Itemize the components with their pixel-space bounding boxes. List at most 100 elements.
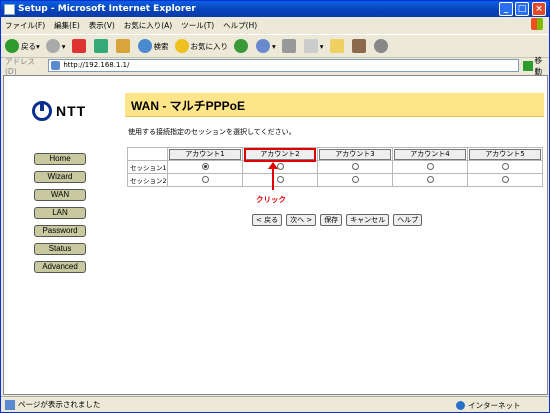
action-button-row: < 戻る 次へ > 保存 キャンセル ヘルプ (252, 214, 426, 226)
radio-s1-a4[interactable] (426, 162, 434, 170)
account-cell: アカウント4 (392, 147, 468, 161)
back-page-button[interactable]: < 戻る (252, 214, 283, 226)
radio-s2-a4[interactable] (426, 175, 434, 183)
go-label: 移動 (534, 55, 543, 76)
stop-icon (71, 39, 86, 53)
address-input[interactable]: http://192.168.1.1/ (48, 59, 519, 72)
account-1-button[interactable]: アカウント1 (169, 148, 241, 160)
edit-button[interactable]: ▾ (303, 39, 324, 53)
address-label: アドレス(D) (5, 56, 35, 76)
mail-icon (256, 39, 271, 53)
nav-lan[interactable]: LAN (34, 207, 86, 219)
account-cell: アカウント1 (167, 147, 243, 161)
star-icon (174, 39, 189, 53)
radio-cell (392, 160, 468, 174)
menu-edit[interactable]: 編集(E) (54, 20, 80, 31)
home-icon (115, 39, 130, 53)
radio-s1-a1[interactable] (201, 162, 209, 170)
radio-cell (317, 160, 393, 174)
research-button[interactable] (351, 39, 368, 53)
menu-file[interactable]: ファイル(F) (5, 20, 45, 31)
refresh-button[interactable] (93, 39, 110, 53)
address-bar: アドレス(D) http://192.168.1.1/ 移動 (1, 56, 549, 76)
forward-arrow-icon (45, 39, 60, 53)
annotation-highlight-box (244, 148, 316, 162)
nav-home[interactable]: Home (34, 153, 86, 165)
search-icon (137, 39, 152, 53)
menu-favorites[interactable]: お気に入り(A) (124, 20, 172, 31)
go-button[interactable]: 移動 (523, 55, 549, 77)
radio-cell (467, 173, 543, 187)
account-3-button[interactable]: アカウント3 (319, 148, 391, 160)
nav-advanced[interactable]: Advanced (34, 261, 86, 273)
edit-icon (303, 39, 318, 53)
radio-cell (467, 160, 543, 174)
menu-tools[interactable]: ツール(T) (181, 20, 214, 31)
messenger-icon (373, 39, 388, 53)
favorites-button[interactable]: お気に入り (174, 39, 228, 53)
radio-s2-a5[interactable] (501, 175, 509, 183)
logo-text: NTT (56, 103, 87, 119)
table-header-row: アカウント1 アカウント2 アカウント3 アカウント4 アカウント5 (127, 147, 543, 161)
radio-s2-a2[interactable] (276, 175, 284, 183)
menu-bar: ファイル(F) 編集(E) 表示(V) お気に入り(A) ツール(T) ヘルプ(… (1, 17, 549, 33)
print-button[interactable] (281, 39, 298, 53)
radio-cell (167, 160, 243, 174)
account-cell: アカウント3 (317, 147, 393, 161)
radio-cell (242, 160, 318, 174)
folder-button[interactable] (329, 39, 346, 53)
maximize-button[interactable]: □ (515, 2, 529, 16)
annotation-click-label: クリック (256, 195, 286, 204)
radio-s1-a3[interactable] (351, 162, 359, 170)
nav-wizard[interactable]: Wizard (34, 171, 86, 183)
page-icon (5, 399, 15, 410)
home-button[interactable] (115, 39, 132, 53)
mail-button[interactable]: ▾ (256, 39, 276, 53)
radio-cell (392, 173, 468, 187)
internet-zone: インターネット (456, 400, 521, 411)
title-bar: Setup - Microsoft Internet Explorer _ □ … (1, 1, 549, 17)
menu-help[interactable]: ヘルプ(H) (223, 20, 257, 31)
close-button[interactable]: × (532, 2, 546, 16)
toolbar: 戻る ▾ ▾ 検索 お気に入り ▾ ▾ (1, 34, 549, 58)
session-2-label: セッション2 (127, 173, 168, 187)
ie-icon (4, 3, 15, 15)
status-bar: ページが表示されました インターネット (1, 396, 549, 412)
nav-password[interactable]: Password (34, 225, 86, 237)
menu-view[interactable]: 表示(V) (89, 20, 115, 31)
page-content: NTT Home Wizard WAN LAN Password Status … (3, 75, 548, 395)
radio-cell (167, 173, 243, 187)
minimize-button[interactable]: _ (499, 2, 513, 16)
account-5-button[interactable]: アカウント5 (469, 148, 541, 160)
print-icon (281, 39, 296, 53)
ntt-logo: NTT (32, 101, 86, 121)
session-1-label: セッション1 (127, 160, 168, 174)
help-button[interactable]: ヘルプ (393, 214, 423, 226)
table-row: セッション2 (127, 173, 543, 187)
ntt-logo-icon (32, 101, 52, 121)
stop-button[interactable] (71, 39, 88, 53)
status-text: ページが表示されました (18, 400, 101, 409)
search-label: 検索 (153, 41, 169, 51)
radio-s2-a3[interactable] (351, 175, 359, 183)
nav-wan[interactable]: WAN (34, 189, 86, 201)
session-account-table: アカウント1 アカウント2 アカウント3 アカウント4 アカウント5 セッション… (127, 147, 543, 187)
browser-window: Setup - Microsoft Internet Explorer _ □ … (0, 0, 550, 413)
forward-button[interactable]: ▾ (45, 39, 66, 53)
history-button[interactable] (234, 39, 250, 53)
messenger-button[interactable] (373, 39, 390, 53)
annotation-arrow-icon (272, 166, 274, 190)
save-button[interactable]: 保存 (320, 214, 343, 226)
account-cell: アカウント5 (467, 147, 543, 161)
back-label: 戻る (21, 41, 36, 51)
cancel-button[interactable]: キャンセル (346, 214, 390, 226)
next-page-button[interactable]: 次へ > (286, 214, 317, 226)
radio-s1-a5[interactable] (501, 162, 509, 170)
table-corner (127, 147, 168, 161)
nav-status[interactable]: Status (34, 243, 86, 255)
search-button[interactable]: 検索 (137, 39, 169, 53)
radio-cell (242, 173, 318, 187)
radio-s2-a1[interactable] (201, 175, 209, 183)
account-4-button[interactable]: アカウント4 (394, 148, 466, 160)
back-button[interactable]: 戻る ▾ (5, 39, 40, 53)
